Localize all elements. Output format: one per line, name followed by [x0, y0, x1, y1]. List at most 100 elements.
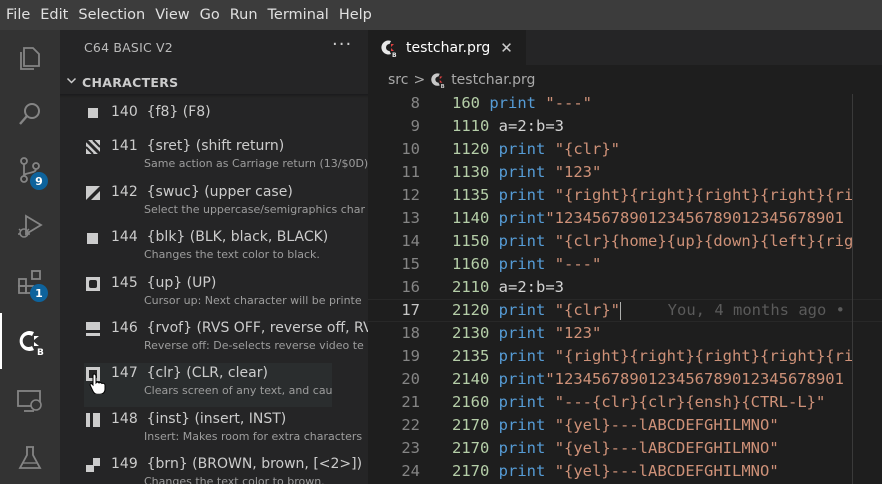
menu-terminal[interactable]: Terminal [263, 0, 334, 30]
line-number: 22 [401, 416, 420, 434]
testing-icon [18, 446, 42, 469]
code-text: 2170 print "{yel}---lABCDEFGHILMNO" [452, 416, 779, 434]
petscii-glyph-icon [86, 458, 100, 472]
character-label: 149 {brn} (BROWN, brown, [<2>]) [111, 456, 363, 472]
petscii-glyph-icon [86, 186, 100, 200]
code-line[interactable]: 12 1135 print "{right}{right}{right}{righ… [368, 184, 882, 207]
line-number: 10 [401, 140, 420, 158]
activity-bar: 9 1 B [0, 30, 60, 484]
code-line[interactable]: 18 2130 print "123" [368, 322, 882, 345]
menu-edit[interactable]: Edit [35, 0, 73, 30]
menu-go[interactable]: Go [195, 0, 225, 30]
line-number: 20 [401, 370, 420, 388]
code-line[interactable]: 21 2160 print "---{clr}{clr}{ensh}{CTRL-L… [368, 391, 882, 414]
code-text: 1110 a=2:b=3 [452, 117, 564, 135]
code-line[interactable]: 15 1160 print "---" [368, 253, 882, 276]
code-text: 2110 a=2:b=3 [452, 278, 564, 296]
character-item[interactable]: 145 {up} (UP) Cursor up: Next character … [84, 273, 368, 317]
character-item[interactable]: 146 {rvof} (RVS OFF, reverse off, RV Rev… [84, 318, 368, 362]
run-debug-icon [18, 214, 43, 238]
petscii-glyph-icon [86, 277, 100, 291]
section-label: CHARACTERS [82, 74, 179, 90]
line-number: 16 [401, 278, 420, 296]
line-number: 24 [401, 462, 420, 480]
sidebar-title: C64 BASIC V2 [84, 40, 173, 55]
line-number: 13 [401, 209, 420, 227]
code-line[interactable]: 10 1120 print "{clr}" [368, 138, 882, 161]
code-line[interactable]: 9 1110 a=2:b=3 [368, 115, 882, 138]
line-number: 15 [401, 255, 420, 273]
svg-text:B: B [392, 52, 397, 57]
activity-explorer[interactable] [0, 30, 60, 86]
line-number: 14 [401, 232, 420, 250]
code-line[interactable]: 22 2170 print "{yel}---lABCDEFGHILMNO" [368, 414, 882, 437]
character-label: 146 {rvof} (RVS OFF, reverse off, RV [111, 320, 368, 336]
character-label: 141 {sret} (shift return) [111, 138, 285, 154]
menu-selection[interactable]: Selection [73, 0, 150, 30]
git-blame-annotation: You, 4 months ago • [621, 301, 845, 319]
code-line[interactable]: 13 1140 print"123456789012345678901234567… [368, 207, 882, 230]
code-text: 1160 print "---" [452, 255, 602, 273]
character-description: Clears screen of any text, and causes th… [144, 384, 332, 397]
more-actions-icon[interactable]: ··· [332, 34, 352, 55]
svg-text:B: B [441, 84, 445, 88]
activity-c64-basic[interactable]: B [0, 313, 60, 369]
character-item[interactable]: 141 {sret} (shift return) Same action as… [84, 136, 368, 180]
code-line[interactable]: 16 2110 a=2:b=3 [368, 276, 882, 299]
code-line[interactable]: 8 160 print "---" [368, 94, 882, 115]
code-text: 2130 print "123" [452, 324, 602, 342]
character-label: 144 {blk} (BLK, black, BLACK) [111, 229, 329, 245]
code-line[interactable]: 11 1130 print "123" [368, 161, 882, 184]
menu-run[interactable]: Run [225, 0, 263, 30]
activity-source-control[interactable]: 9 [0, 142, 60, 198]
code-line[interactable]: 17 2120 print "{clr}" You, 4 months ago • [368, 299, 882, 322]
breadcrumb-folder[interactable]: src [388, 72, 408, 88]
extensions-badge: 1 [30, 284, 48, 302]
svg-text:B: B [37, 348, 44, 356]
line-number: 9 [410, 117, 420, 135]
c64-file-icon: B [381, 40, 397, 57]
line-number: 21 [401, 393, 420, 411]
menu-file[interactable]: File [1, 0, 35, 30]
code-line[interactable]: 19 2135 print "{right}{right}{right}{righ… [368, 345, 882, 368]
character-description: Cursor up: Next character will be printe [144, 294, 362, 307]
close-icon[interactable]: ✕ [500, 39, 513, 57]
menu-help[interactable]: Help [334, 0, 377, 30]
code-line[interactable]: 20 2140 print"123456789012345678901234567… [368, 368, 882, 391]
activity-run-debug[interactable] [0, 198, 60, 254]
line-number: 18 [401, 324, 420, 342]
line-number: 17 [401, 301, 420, 319]
code-text: 2170 print "{yel}---lABCDEFGHILMNO" [452, 439, 779, 457]
code-text: 1130 print "123" [452, 163, 602, 181]
breadcrumb-file[interactable]: testchar.prg [451, 72, 535, 88]
code-editor[interactable]: 8 160 print "---" 9 1110 a=2:b=3 10 1120 prin… [368, 94, 882, 484]
line-number: 12 [401, 186, 420, 204]
activity-extensions[interactable]: 1 [0, 254, 60, 310]
code-text: 2140 print"12345678901234567890123456789… [452, 370, 844, 388]
character-item[interactable]: 149 {brn} (BROWN, brown, [<2>]) Changes … [84, 454, 368, 484]
activity-remote-explorer[interactable] [0, 373, 60, 429]
character-description: Reverse off: De-selects reverse video te [144, 339, 364, 352]
code-text: 1120 print "{clr}" [452, 140, 621, 158]
code-line[interactable]: 24 2170 print "{yel}---lABCDEFGHILMNO" [368, 460, 882, 483]
breadcrumb: src > B testchar.prg [368, 65, 882, 95]
character-label: 140 {f8} (F8) [111, 104, 211, 120]
code-text: 1150 print "{clr}{home}{up}{down}{left}{… [452, 232, 854, 250]
code-line[interactable]: 14 1150 print "{clr}{home}{up}{down}{left… [368, 230, 882, 253]
character-item[interactable]: 144 {blk} (BLK, black, BLACK) Changes th… [84, 227, 368, 271]
hand-pointer-icon [89, 373, 106, 394]
code-text: 2120 print "{clr}" You, 4 months ago • [452, 301, 845, 320]
code-line[interactable]: 23 2170 print "{yel}---lABCDEFGHILMNO" [368, 437, 882, 460]
character-label: 147 {clr} (CLR, clear) [111, 365, 268, 381]
menu-view[interactable]: View [150, 0, 194, 30]
activity-search[interactable] [0, 86, 60, 142]
character-item[interactable]: 148 {inst} (insert, INST) Insert: Makes … [84, 409, 368, 453]
activity-testing[interactable] [0, 430, 60, 484]
remote-explorer-icon [17, 390, 42, 412]
character-item[interactable]: 147 {clr} (CLR, clear) Clears screen of … [84, 363, 332, 407]
search-icon [19, 103, 40, 125]
section-characters-header[interactable]: CHARACTERS [60, 70, 368, 94]
code-text: 1140 print"12345678901234567890123456789… [452, 209, 844, 227]
tab-testchar[interactable]: B testchar.prg ✕ [368, 30, 526, 65]
character-item[interactable]: 142 {swuc} (upper case) Select the upper… [84, 182, 368, 226]
